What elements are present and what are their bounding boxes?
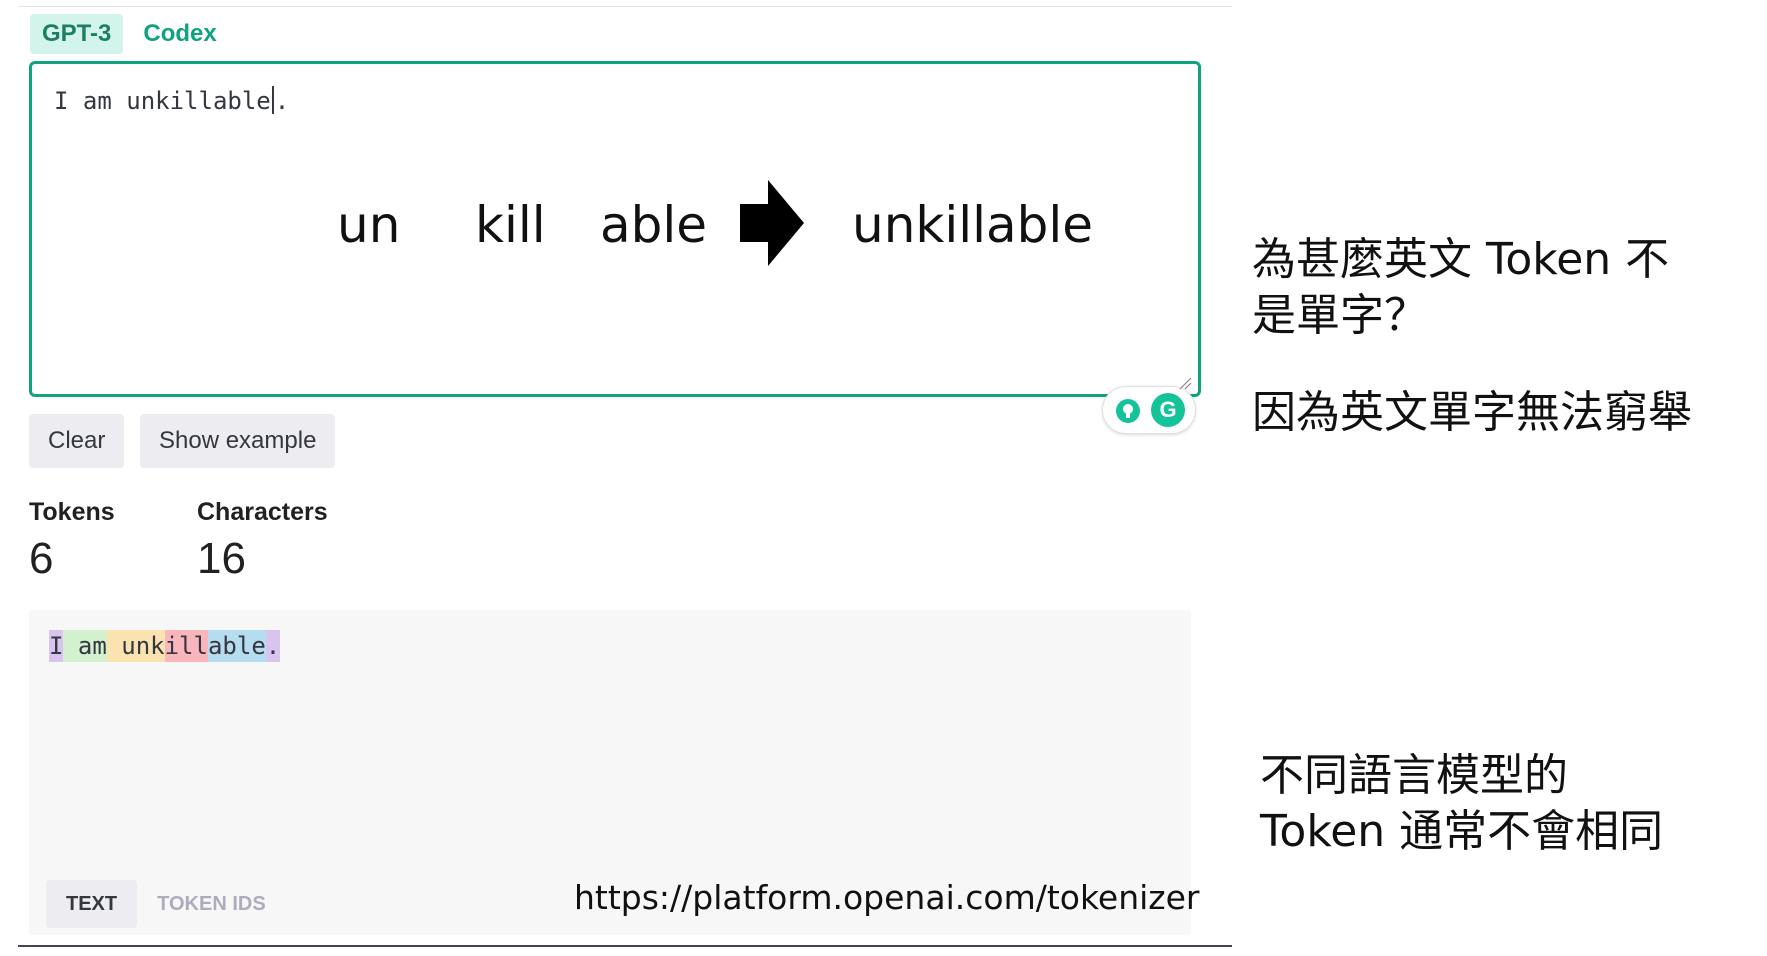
characters-label: Characters — [197, 498, 328, 526]
token-highlights: I am unkillable. — [49, 630, 281, 662]
right-arrow-icon — [740, 180, 804, 266]
characters-count: 16 — [197, 534, 246, 583]
show-example-button[interactable]: Show example — [140, 414, 336, 468]
grammarly-widget[interactable]: G — [1102, 386, 1196, 434]
bottom-divider — [18, 945, 1232, 947]
overlay-part-un: un — [337, 196, 401, 254]
token-output-panel: I am unkillable. TEXT TOKEN IDS https://… — [29, 610, 1199, 935]
input-text-before: I am unkillable — [54, 87, 271, 115]
footer-line-1: 不同語言模型的 — [1260, 750, 1568, 801]
token-span: . — [265, 630, 281, 662]
footer-note: 不同語言模型的 Token 通常不會相同 — [1260, 748, 1663, 860]
overlay-part-able: able — [600, 196, 708, 254]
tab-gpt3[interactable]: GPT-3 — [30, 14, 124, 54]
model-tabs: GPT-3 Codex — [30, 14, 229, 54]
top-divider — [18, 6, 1232, 7]
tokens-label: Tokens — [29, 498, 115, 526]
token-span: able — [207, 630, 266, 662]
text-caret — [271, 86, 274, 114]
overlay-part-kill: kill — [475, 196, 546, 254]
grammarly-icon[interactable]: G — [1151, 393, 1185, 427]
token-span: ill — [164, 630, 208, 662]
overlay-result: unkillable — [852, 196, 1094, 254]
tab-codex[interactable]: Codex — [131, 14, 228, 54]
token-span: I — [49, 630, 64, 662]
token-span: am — [63, 630, 107, 662]
question-line-2: 是單字？ — [1252, 290, 1428, 341]
tab-token-ids[interactable]: TOKEN IDS — [137, 880, 286, 928]
tab-text[interactable]: TEXT — [46, 880, 138, 928]
clear-button[interactable]: Clear — [29, 414, 125, 468]
question-line-1: 為甚麼英文 Token 不 — [1252, 234, 1670, 285]
question-note: 為甚麼英文 Token 不 是單字？ — [1252, 232, 1669, 344]
token-span: unk — [106, 630, 165, 662]
source-url: https://platform.openai.com/tokenizer — [574, 878, 1200, 917]
footer-line-2: Token 通常不會相同 — [1260, 806, 1664, 857]
input-text-after: . — [274, 87, 290, 115]
lightbulb-icon[interactable] — [1115, 398, 1141, 424]
input-text: I am unkillable. — [54, 86, 289, 115]
output-view-tabs: TEXT TOKEN IDS — [46, 880, 286, 928]
tokens-count: 6 — [29, 534, 54, 583]
answer-note: 因為英文單字無法窮舉 — [1252, 387, 1692, 438]
resize-handle-icon[interactable] — [1178, 376, 1192, 390]
